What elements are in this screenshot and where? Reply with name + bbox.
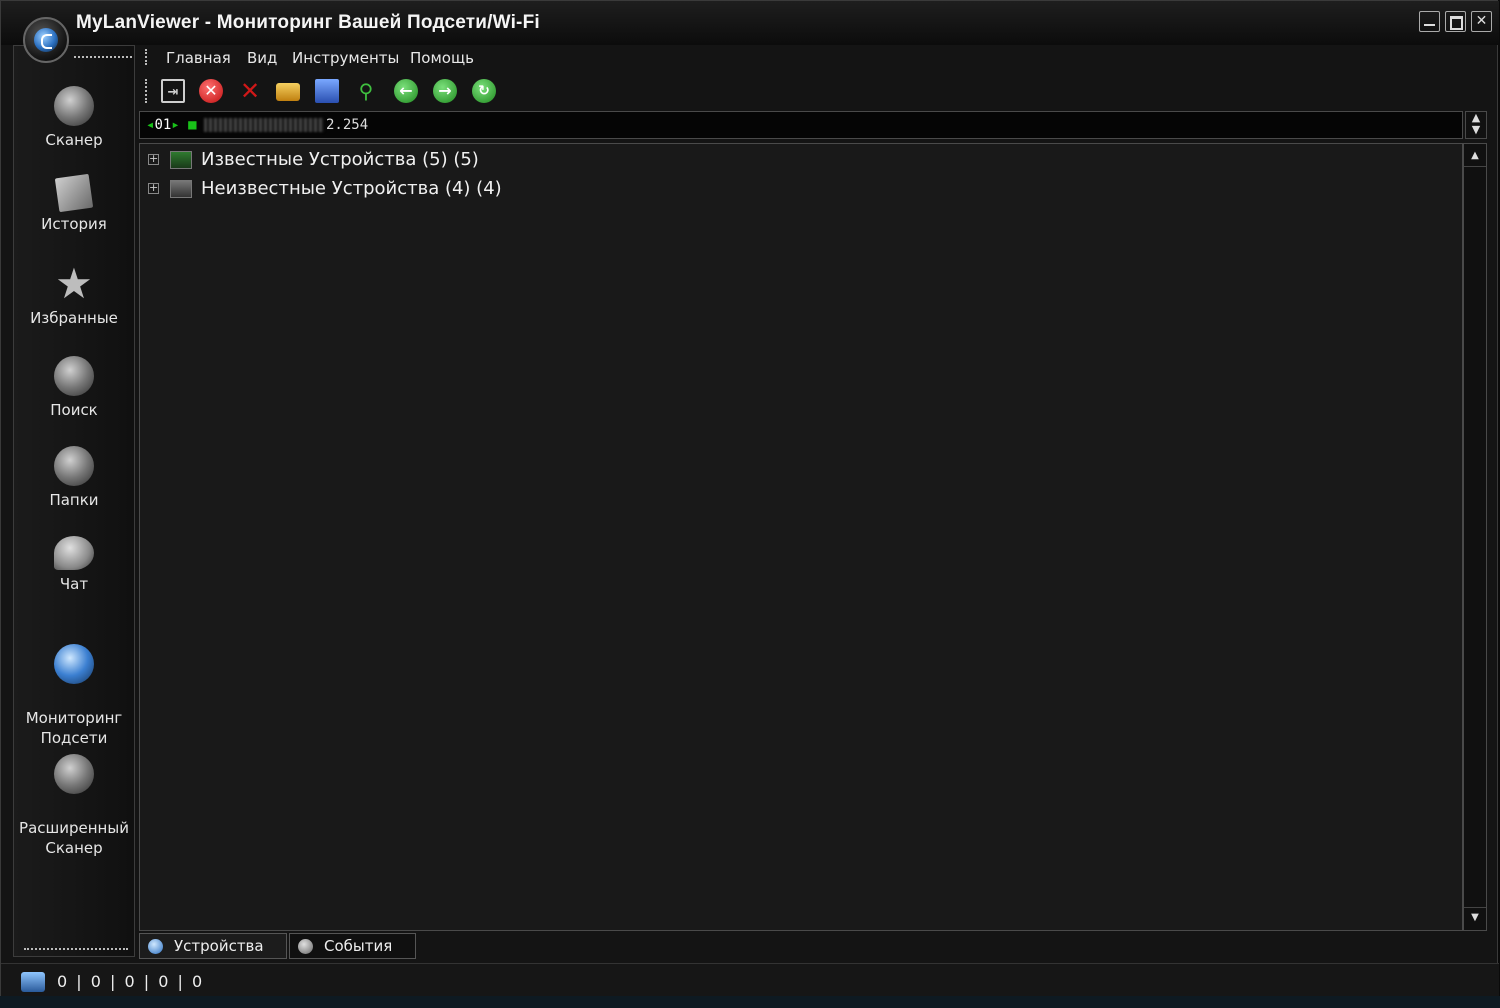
network-status-icon — [21, 972, 45, 992]
title-bar: MyLanViewer - Мониторинг Вашей Подсети/W… — [1, 1, 1499, 63]
search-icon[interactable]: ⚲ — [354, 79, 378, 103]
app-window: MyLanViewer - Мониторинг Вашей Подсети/W… — [0, 0, 1499, 998]
devices-globe-icon — [148, 939, 163, 954]
tab-label: Устройства — [174, 937, 264, 955]
taskbar-strip — [0, 996, 1500, 1008]
address-value: 2.254 — [326, 117, 369, 133]
tab-label: События — [324, 937, 393, 955]
chat-bubble-icon — [54, 536, 94, 570]
folders-globe-icon — [54, 446, 94, 486]
tree-scrollbar[interactable]: ▲ ▼ — [1463, 143, 1487, 931]
menu-help[interactable]: Помощь — [410, 49, 474, 67]
menu-tools[interactable]: Инструменты — [292, 49, 399, 67]
tree-node-label: Неизвестные Устройства (4) (4) — [201, 178, 502, 199]
window-title: MyLanViewer - Мониторинг Вашей Подсети/W… — [76, 12, 540, 33]
device-tree: + Известные Устройства (5) (5) + Неизвес… — [139, 143, 1463, 931]
minimize-button[interactable] — [1419, 11, 1440, 32]
expand-icon[interactable]: + — [148, 182, 159, 194]
stop-icon[interactable]: ✕ — [199, 79, 223, 103]
back-icon[interactable]: ← — [394, 79, 418, 103]
sidebar-grip-top — [74, 56, 132, 58]
status-counts: 0 | 0 | 0 | 0 | 0 — [57, 972, 203, 991]
info-icon — [298, 939, 313, 954]
forward-icon[interactable]: → — [433, 79, 457, 103]
scroll-down-icon[interactable]: ▼ — [1464, 907, 1486, 928]
scroll-up-icon[interactable]: ▲ — [1464, 146, 1486, 167]
sidebar-item-label: Избранные — [30, 309, 118, 327]
sidebar-grip-bottom — [24, 948, 128, 950]
sidebar-item-extended-scanner[interactable]: Расширенный Сканер — [14, 734, 134, 858]
subnet-monitor-icon — [54, 644, 94, 684]
sidebar-item-history[interactable]: История — [14, 173, 134, 234]
star-icon: ★ — [55, 259, 93, 308]
sidebar-item-label: Сканер — [45, 131, 103, 149]
sidebar-item-folders[interactable]: Папки — [14, 446, 134, 510]
menu-grip[interactable] — [145, 49, 150, 65]
network-group-icon — [170, 180, 192, 198]
sidebar-item-label: История — [41, 215, 107, 233]
extended-scanner-icon — [54, 754, 94, 794]
close-button[interactable]: ✕ — [1471, 11, 1492, 32]
address-spinner[interactable]: ▲ ▼ — [1465, 111, 1487, 139]
address-bar[interactable]: ◂01▸ ■ 2.254 — [139, 111, 1463, 139]
network-group-icon — [170, 151, 192, 169]
history-icon — [54, 173, 94, 213]
sidebar-item-label: Чат — [59, 575, 89, 593]
tab-devices[interactable]: Устройства — [139, 933, 287, 959]
sidebar-item-search[interactable]: Поиск — [14, 356, 134, 420]
menu-view[interactable]: Вид — [247, 49, 277, 67]
tree-node-label: Известные Устройства (5) (5) — [201, 149, 479, 170]
address-prefix: ◂01▸ ■ — [146, 117, 197, 133]
sidebar-item-label: Расширенный Сканер — [19, 819, 129, 857]
app-menu-orb-icon[interactable] — [23, 17, 69, 63]
sidebar: Сканер История ★ Избранные Поиск Папки Ч… — [13, 45, 135, 957]
search-globe-icon — [54, 356, 94, 396]
scanner-globe-icon — [54, 86, 94, 126]
export-icon[interactable]: ⇥ — [161, 79, 185, 103]
expand-icon[interactable]: + — [148, 153, 159, 165]
menu-main[interactable]: Главная — [166, 49, 231, 67]
toolbar-grip[interactable] — [145, 79, 150, 103]
tab-events[interactable]: События — [289, 933, 416, 959]
sidebar-item-favorites[interactable]: ★ Избранные — [14, 259, 134, 328]
sidebar-item-scanner[interactable]: Сканер — [14, 86, 134, 150]
status-bar: 0 | 0 | 0 | 0 | 0 — [1, 963, 1499, 998]
sidebar-item-label: Папки — [49, 491, 99, 509]
sidebar-item-subnet-monitor[interactable]: Мониторинг Подсети — [14, 624, 134, 748]
save-icon[interactable] — [315, 79, 339, 103]
delete-icon[interactable]: ✕ — [238, 79, 262, 103]
refresh-icon[interactable]: ↻ — [472, 79, 496, 103]
address-redacted — [204, 118, 324, 132]
sidebar-item-label: Поиск — [50, 401, 98, 419]
maximize-button[interactable] — [1445, 11, 1466, 32]
open-folder-icon[interactable] — [276, 83, 300, 101]
sidebar-item-chat[interactable]: Чат — [14, 536, 134, 594]
